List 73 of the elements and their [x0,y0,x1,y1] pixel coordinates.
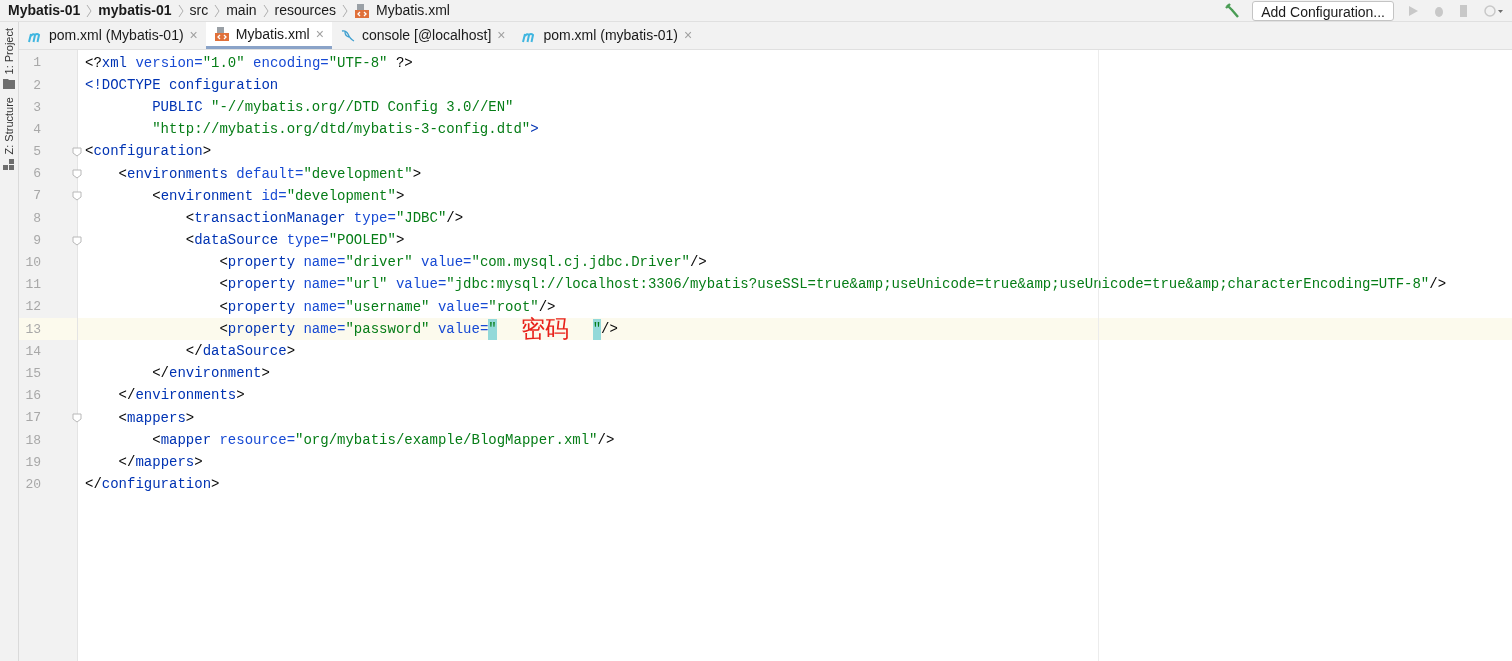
code-line: <environments default="development"> [117,164,422,184]
line-number: 7 [32,187,41,206]
code-line: <transactionManager type="JDBC"/> [184,208,464,228]
code-line: <property name="password" value=" 密码 "/> [218,317,618,342]
xml-file-icon [354,2,370,19]
breadcrumb-item[interactable]: Mybatis.xml [376,0,450,21]
fold-marker-icon[interactable] [72,146,82,157]
editor-tab[interactable]: Mybatis.xml × [205,22,332,49]
breadcrumb-item[interactable]: Mybatis-01 [8,0,81,21]
code-line: <?xml version="1.0" encoding="UTF-8" ?> [85,53,413,73]
line-number: 20 [24,475,41,494]
code-line: PUBLIC "-//mybatis.org//DTD Config 3.0//EN" [151,97,514,117]
breadcrumb-item[interactable]: main [226,0,257,21]
add-configuration-button[interactable]: Add Configuration... [1252,0,1394,21]
fold-marker-icon[interactable] [72,191,82,202]
code-line: </dataSource> [184,342,296,362]
breadcrumb-item[interactable]: resources [274,0,336,21]
code-line: <mapper resource="org/mybatis/example/BlogMapper.xml"/> [151,430,615,450]
structure-icon [3,158,15,171]
folder-icon [3,78,15,90]
code-line: <environment id="development"> [151,186,405,206]
chevron-separator-icon [214,3,221,18]
line-number: 6 [32,165,41,184]
code-line: <property name="driver" value="com.mysql.cj.jdbc.Driver"/> [218,253,707,273]
code-line: </mappers> [117,452,203,472]
code-line: <!DOCTYPE configuration [85,75,279,95]
line-number: 14 [24,342,41,361]
line-number: 8 [32,209,41,228]
code-line: </configuration> [85,475,220,495]
line-number: 19 [24,453,41,472]
line-number: 9 [32,231,41,250]
tool-window-tab[interactable]: 1: Project [0,28,18,75]
code-line: <property name="url" value="jdbc:mysql://localhost:3306/mybatis?useSSL=true&amp;useUnicode=true&amp;useUnicode=true&amp;characterEncoding=UTF-8"/> [218,275,1447,295]
line-number: 11 [24,276,41,295]
chevron-separator-icon [262,3,269,18]
line-number: 16 [24,387,41,406]
hammer-icon[interactable] [1224,2,1241,19]
line-number: 10 [24,254,41,273]
code-line: <configuration> [85,142,212,162]
fold-marker-icon[interactable] [72,235,82,246]
tab-label: console [@localhost] [361,26,492,45]
code-line: "http://mybatis.org/dtd/mybatis-3-config.dtd"> [151,120,539,140]
line-number: 5 [32,143,41,162]
line-number: 15 [24,364,41,383]
run-icon[interactable] [1406,3,1420,18]
line-number: 13 [24,320,41,339]
editor-tab[interactable]: pom.xml (Mybatis-01) × [19,22,206,49]
editor-tab[interactable]: console [@localhost] × [331,22,514,49]
editor-tab[interactable]: pom.xml (mybatis-01) × [513,22,701,49]
line-number: 12 [24,298,41,317]
code-line: </environment> [151,364,270,384]
line-number: 18 [24,431,41,450]
breadcrumb-item[interactable]: src [189,0,209,21]
line-number: 2 [32,76,41,95]
line-number: 3 [32,98,41,117]
chevron-separator-icon [342,3,348,18]
tab-label: Mybatis.xml [235,24,310,44]
tab-label: pom.xml (mybatis-01) [543,26,679,45]
fold-marker-icon[interactable] [72,413,82,424]
xml-file-icon [213,26,230,42]
code-line: <mappers> [117,408,195,428]
code-line: <dataSource type="POOLED"> [184,231,405,251]
chevron-separator-icon [86,3,93,18]
line-number: 1 [32,54,41,73]
tool-window-tab[interactable]: Z: Structure [0,97,18,155]
code-line: </environments> [117,386,245,406]
line-number: 17 [24,409,41,428]
line-number: 4 [32,120,41,139]
chevron-separator-icon [177,3,184,18]
fold-marker-icon[interactable] [72,169,82,180]
breadcrumb-item[interactable]: mybatis-01 [98,0,172,21]
code-line: <property name="username" value="root"/> [218,297,556,317]
tab-label: pom.xml (Mybatis-01) [49,26,184,45]
